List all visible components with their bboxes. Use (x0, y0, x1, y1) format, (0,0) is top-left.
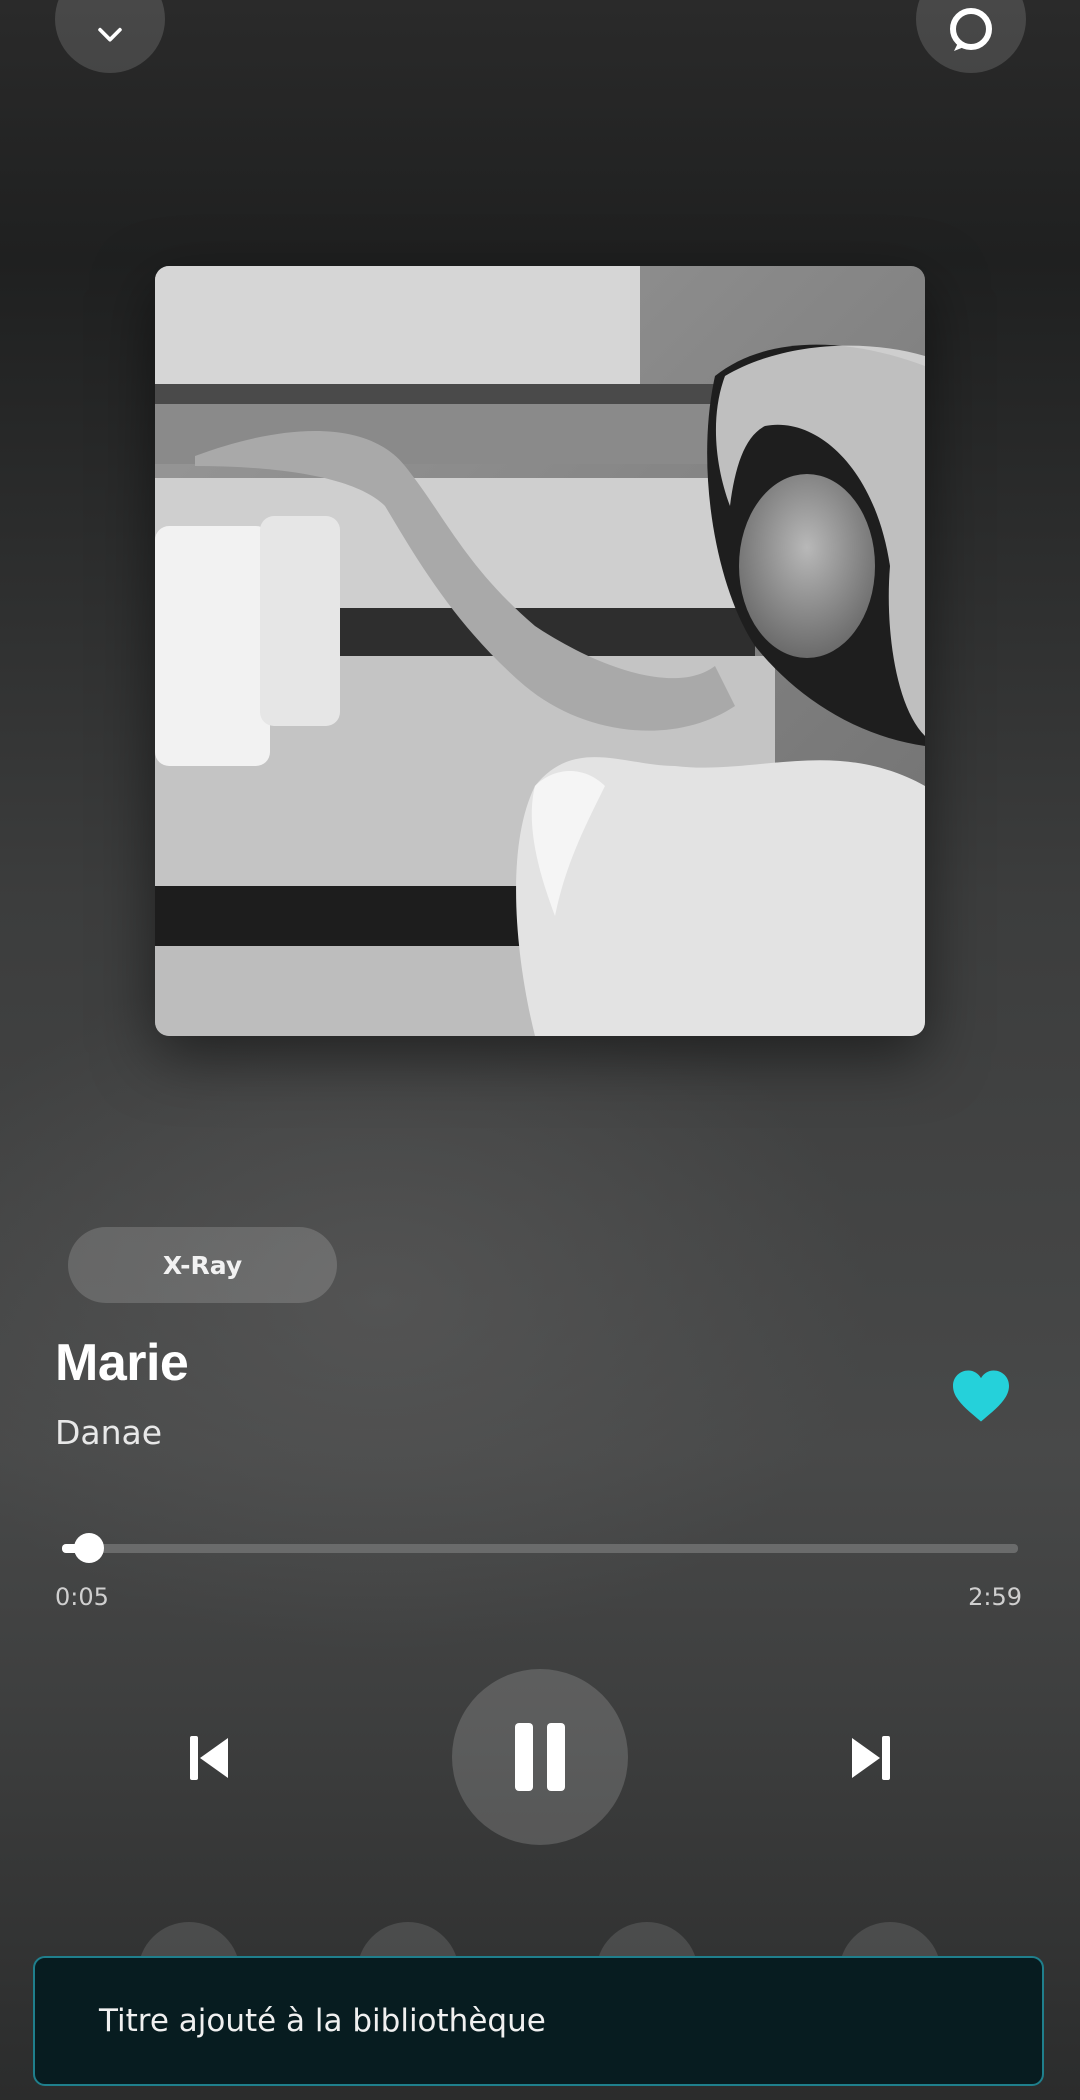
track-artist[interactable]: Danae (55, 1413, 162, 1452)
previous-track-button[interactable] (170, 1716, 250, 1800)
play-pause-button[interactable] (452, 1669, 628, 1845)
skip-next-icon (852, 1736, 890, 1780)
progress-thumb[interactable] (73, 1533, 104, 1563)
collapse-player-button[interactable] (55, 0, 165, 73)
total-duration: 2:59 (968, 1583, 1022, 1611)
xray-button[interactable]: X-Ray (68, 1227, 337, 1303)
album-cover-image (155, 266, 925, 1036)
chevron-down-icon (98, 27, 122, 42)
snackbar-toast: Titre ajouté à la bibliothèque (33, 1956, 1044, 2086)
xray-label: X-Ray (162, 1250, 243, 1280)
alexa-ring-icon (950, 8, 992, 51)
pause-icon (515, 1723, 565, 1791)
toast-message: Titre ajouté à la bibliothèque (99, 2003, 546, 2039)
like-heart-icon[interactable] (950, 1368, 1012, 1424)
skip-previous-icon (190, 1736, 228, 1780)
elapsed-time: 0:05 (55, 1583, 109, 1611)
alexa-button[interactable] (916, 0, 1026, 73)
progress-bar[interactable] (62, 1533, 1018, 1563)
album-art (155, 266, 925, 1036)
next-track-button[interactable] (830, 1716, 910, 1800)
track-title: Marie (55, 1334, 189, 1392)
